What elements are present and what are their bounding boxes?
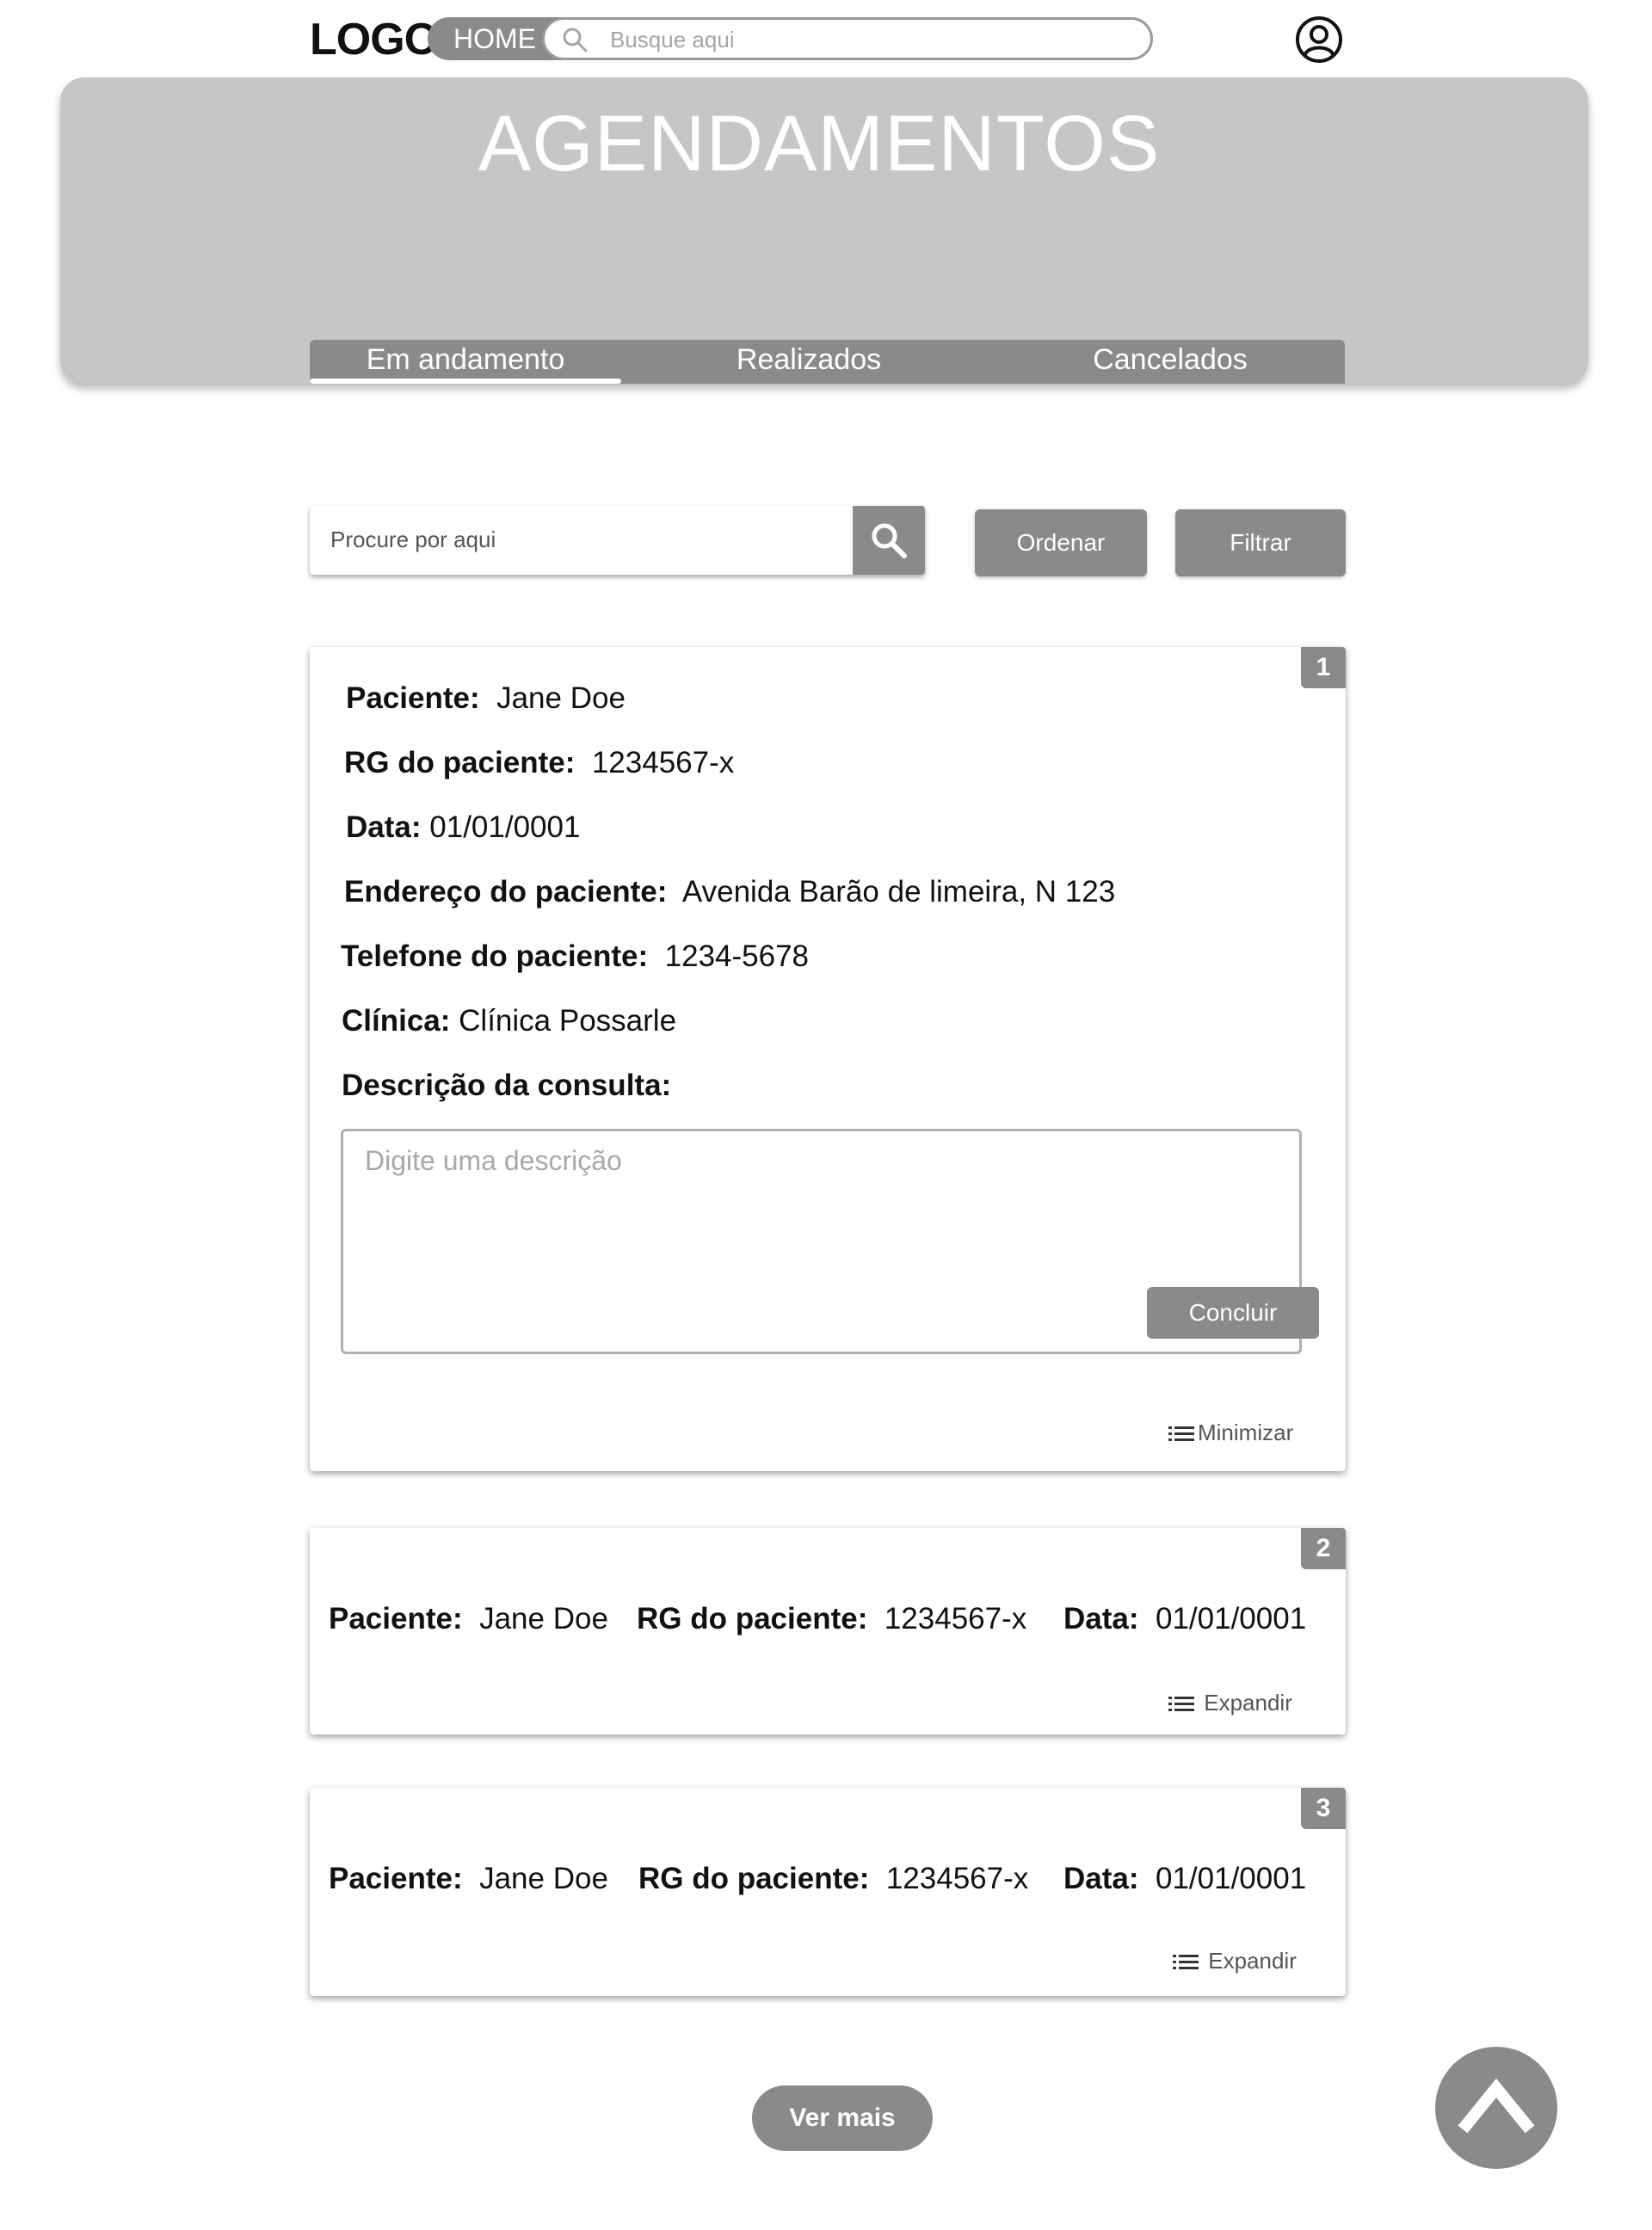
patient-label: Paciente:	[346, 681, 480, 715]
page-title: AGENDAMENTOS	[478, 100, 1161, 188]
card-number-badge: 2	[1301, 1528, 1346, 1569]
expand-label: Expandir	[1204, 1690, 1292, 1716]
rg-field: RG do paciente: 1234567-x	[344, 746, 734, 780]
tab-em-andamento[interactable]: Em andamento	[310, 340, 621, 384]
date-value: 01/01/0001	[1155, 1862, 1307, 1895]
description-placeholder: Digite uma descrição	[365, 1145, 622, 1176]
appointment-search-placeholder: Procure por aqui	[330, 527, 496, 552]
date-value: 01/01/0001	[429, 810, 581, 844]
conclude-button[interactable]: Concluir	[1147, 1287, 1319, 1339]
global-search-placeholder: Busque aqui	[610, 27, 735, 52]
rg-value: 1234567-x	[885, 1862, 1029, 1895]
phone-value: 1234-5678	[664, 939, 810, 973]
patient-field: Paciente: Jane Doe	[329, 1862, 608, 1896]
phone-field: Telefone do paciente: 1234-5678	[341, 939, 809, 974]
expand-toggle[interactable]: Expandir	[1168, 1690, 1292, 1716]
logo[interactable]: LOGO	[310, 14, 439, 65]
minimize-label: Minimizar	[1198, 1420, 1294, 1445]
user-account-icon[interactable]	[1295, 15, 1343, 64]
patient-field: Paciente: Jane Doe	[329, 1602, 608, 1636]
address-field: Endereço do paciente: Avenida Barão de l…	[344, 875, 1115, 909]
patient-label: Paciente:	[329, 1602, 463, 1636]
load-more-button[interactable]: Ver mais	[752, 2085, 933, 2151]
search-button[interactable]	[853, 506, 925, 575]
search-icon	[562, 27, 588, 52]
back-to-top-button[interactable]	[1435, 2047, 1557, 2169]
order-button[interactable]: Ordenar	[975, 509, 1147, 576]
date-value: 01/01/0001	[1155, 1602, 1307, 1636]
date-label: Data:	[1063, 1602, 1139, 1636]
rg-label: RG do paciente:	[344, 746, 576, 779]
patient-value: Jane Doe	[479, 1862, 608, 1895]
description-label-text: Descrição da consulta:	[342, 1069, 672, 1102]
appointment-card-1: 1 Paciente: Jane Doe RG do paciente: 123…	[310, 647, 1346, 1471]
clinic-value: Clínica Possarle	[459, 1004, 677, 1038]
address-value: Avenida Barão de limeira, N 123	[681, 875, 1116, 909]
chevron-up-icon	[1458, 2078, 1535, 2134]
search-icon	[872, 523, 907, 558]
appointment-card-2: 2 Paciente: Jane Doe RG do paciente: 123…	[310, 1528, 1346, 1734]
patient-label: Paciente:	[329, 1862, 463, 1895]
clinic-label: Clínica:	[342, 1004, 451, 1038]
appointment-card-3: 3 Paciente: Jane Doe RG do paciente: 123…	[310, 1788, 1346, 1996]
list-icon	[1168, 1697, 1194, 1712]
date-field: Data: 01/01/0001	[1063, 1862, 1306, 1896]
tab-realizados[interactable]: Realizados	[680, 340, 938, 384]
tab-cancelados[interactable]: Cancelados	[1041, 340, 1299, 384]
rg-label: RG do paciente:	[638, 1862, 870, 1895]
rg-value: 1234567-x	[591, 746, 735, 779]
patient-value: Jane Doe	[496, 681, 626, 715]
rg-value: 1234567-x	[884, 1602, 1027, 1636]
global-search-input[interactable]: Busque aqui	[542, 17, 1153, 60]
list-icon	[1173, 1955, 1199, 1970]
card-number-badge: 1	[1301, 647, 1346, 688]
filter-button[interactable]: Filtrar	[1175, 509, 1346, 576]
date-label: Data:	[1063, 1862, 1139, 1895]
phone-label: Telefone do paciente:	[341, 939, 649, 973]
clinic-field: Clínica: Clínica Possarle	[342, 1004, 676, 1038]
appointment-search-input[interactable]: Procure por aqui	[310, 506, 925, 575]
patient-value: Jane Doe	[479, 1602, 608, 1636]
rg-field: RG do paciente: 1234567-x	[638, 1862, 1028, 1896]
list-icon	[1168, 1426, 1194, 1442]
date-field: Data: 01/01/0001	[1063, 1602, 1306, 1636]
date-field: Data: 01/01/0001	[346, 810, 580, 845]
rg-field: RG do paciente: 1234567-x	[637, 1602, 1026, 1636]
expand-label: Expandir	[1208, 1948, 1297, 1974]
status-tabs: Em andamento Realizados Cancelados	[310, 340, 1345, 384]
minimize-toggle[interactable]: Minimizar	[1168, 1420, 1293, 1446]
patient-field: Paciente: Jane Doe	[346, 681, 626, 716]
card-number-badge: 3	[1301, 1788, 1346, 1829]
expand-toggle[interactable]: Expandir	[1173, 1948, 1297, 1974]
address-label: Endereço do paciente:	[344, 875, 668, 909]
date-label: Data:	[346, 810, 422, 844]
description-label: Descrição da consulta:	[342, 1069, 671, 1103]
rg-label: RG do paciente:	[637, 1602, 868, 1636]
